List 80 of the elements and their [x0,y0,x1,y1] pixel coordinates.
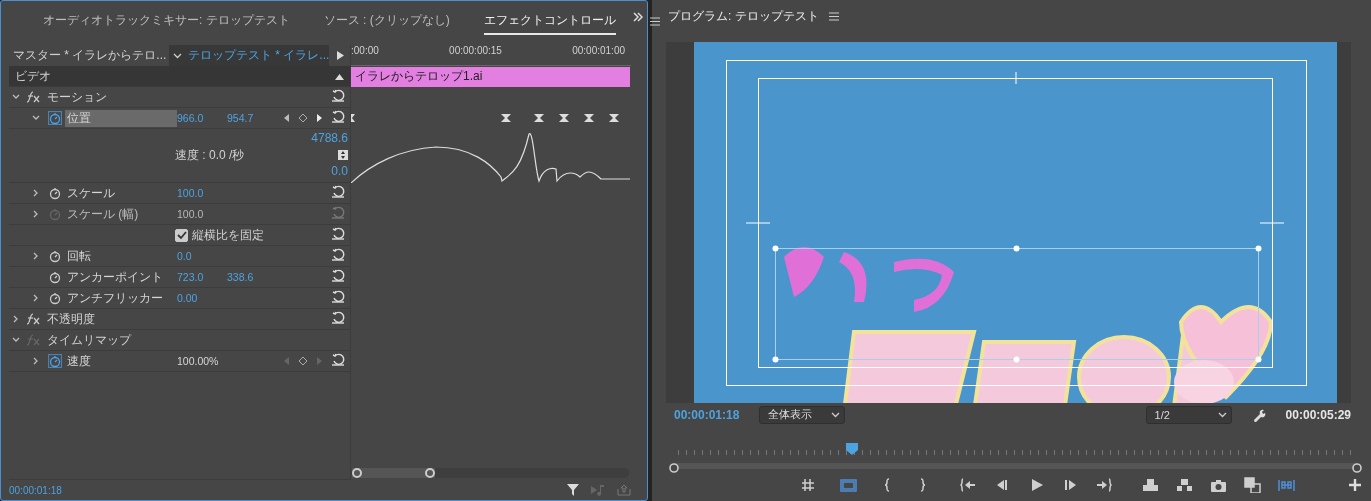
property-value[interactable]: 0.0 [177,250,227,262]
play-triangle-icon[interactable] [336,51,344,60]
property-name[interactable]: 回転 [65,247,177,265]
panel-tab[interactable]: ソース : (クリップなし) [323,7,450,35]
graph-min-value: 0.0 [331,164,348,178]
stopwatch-icon[interactable] [48,270,62,284]
velocity-reading: 速度 : 0.0 /秒 [175,147,245,164]
caret-icon [173,52,182,59]
property-name[interactable]: スケール [65,184,177,202]
stopwatch-icon[interactable] [48,111,62,125]
timecode[interactable]: 00:00:01:18 [9,484,62,496]
property-value[interactable]: 100.0 [177,187,227,199]
section-label: ビデオ [15,67,51,85]
stopwatch-icon[interactable] [48,186,62,200]
checkbox[interactable] [175,228,188,242]
caret-icon [831,411,841,418]
zoom-dropdown[interactable]: 全体表示 [759,405,846,424]
duration-timecode: 00:00:05:29 [1285,407,1351,422]
playhead-icon[interactable] [845,443,858,456]
ruler-label: :00:00 [351,45,379,56]
reset-icon[interactable] [331,185,345,198]
scroll-handle-icon[interactable] [425,468,435,478]
property-name[interactable]: 位置 [65,109,177,127]
checkbox-label: 縦横比を固定 [192,226,264,244]
wrench-icon[interactable] [1251,407,1266,422]
stopwatch-icon[interactable] [48,249,62,263]
sequence-clip-dropdown[interactable]: テロップテスト * イラレ... [169,45,329,66]
keyframe-navigator-icon[interactable] [283,113,323,123]
fit-graph-icon[interactable] [338,149,348,160]
reset-icon[interactable] [331,110,345,123]
bounding-box[interactable] [772,245,1262,363]
zoom-scrollbar[interactable] [351,468,629,478]
reset-icon[interactable] [331,269,345,282]
property-value: 100.00% [177,355,220,367]
keyframe-icon [609,112,619,123]
stopwatch-icon[interactable] [48,291,62,305]
monitor-title: プログラム: テロップテスト [668,8,819,26]
property-value[interactable]: 954.7 [227,112,277,124]
property-value[interactable]: 966.0 [177,112,227,124]
menu-icon[interactable] [828,12,839,22]
menu-icon[interactable] [649,16,660,26]
stopwatch-icon[interactable] [48,354,62,368]
scroll-handle-icon[interactable] [352,468,362,478]
effect-name[interactable]: モーション [47,88,107,106]
keyframe-icon [584,112,594,123]
playhead-timecode[interactable]: 00:00:01:18 [674,407,740,422]
ruler-label: 00:00:00:15 [449,45,502,56]
reset-icon[interactable] [331,311,345,324]
collapse-icon[interactable] [335,74,344,80]
filter-icon[interactable] [567,484,579,496]
keyframe-icon [501,112,511,123]
keyframe-icon [559,112,569,123]
property-value[interactable]: 723.0 [177,271,227,283]
reset-icon[interactable] [331,89,345,102]
keyframe-icon [534,112,544,123]
panel-tab[interactable]: オーディオトラックミキサー: テロップテスト [43,7,290,35]
reset-icon[interactable] [331,353,345,366]
property-value: 100.0 [177,208,205,220]
reset-icon[interactable] [331,290,345,303]
property-value[interactable]: 0.00 [177,292,227,304]
property-name[interactable]: 速度 [65,352,177,370]
property-value[interactable]: 338.6 [227,271,277,283]
effect-name[interactable]: タイムリマップ [47,331,131,349]
panel-tab[interactable]: エフェクトコントロール [483,7,616,35]
keyframe-navigator-icon[interactable] [283,356,323,366]
add-icon[interactable] [1349,479,1361,492]
overflow-chevrons-icon[interactable] [633,12,643,22]
scroll-thumb[interactable] [352,468,435,478]
reset-icon[interactable] [331,227,345,240]
effect-name[interactable]: 不透明度 [47,310,95,328]
out-point-handle-icon[interactable] [1352,463,1362,474]
property-name[interactable]: アンカーポイント [65,268,177,286]
graph-max-value: 4788.6 [311,131,348,145]
ruler-label: 00:00:01:00 [572,45,625,56]
property-name[interactable]: アンチフリッカー [65,289,177,307]
caret-icon [1217,411,1227,418]
in-point-handle-icon[interactable] [669,463,679,474]
clip-bar[interactable]: イラレからテロップ1.ai [351,66,630,87]
resolution-dropdown[interactable]: 1/2 [1145,405,1232,424]
reset-icon[interactable] [331,248,345,261]
